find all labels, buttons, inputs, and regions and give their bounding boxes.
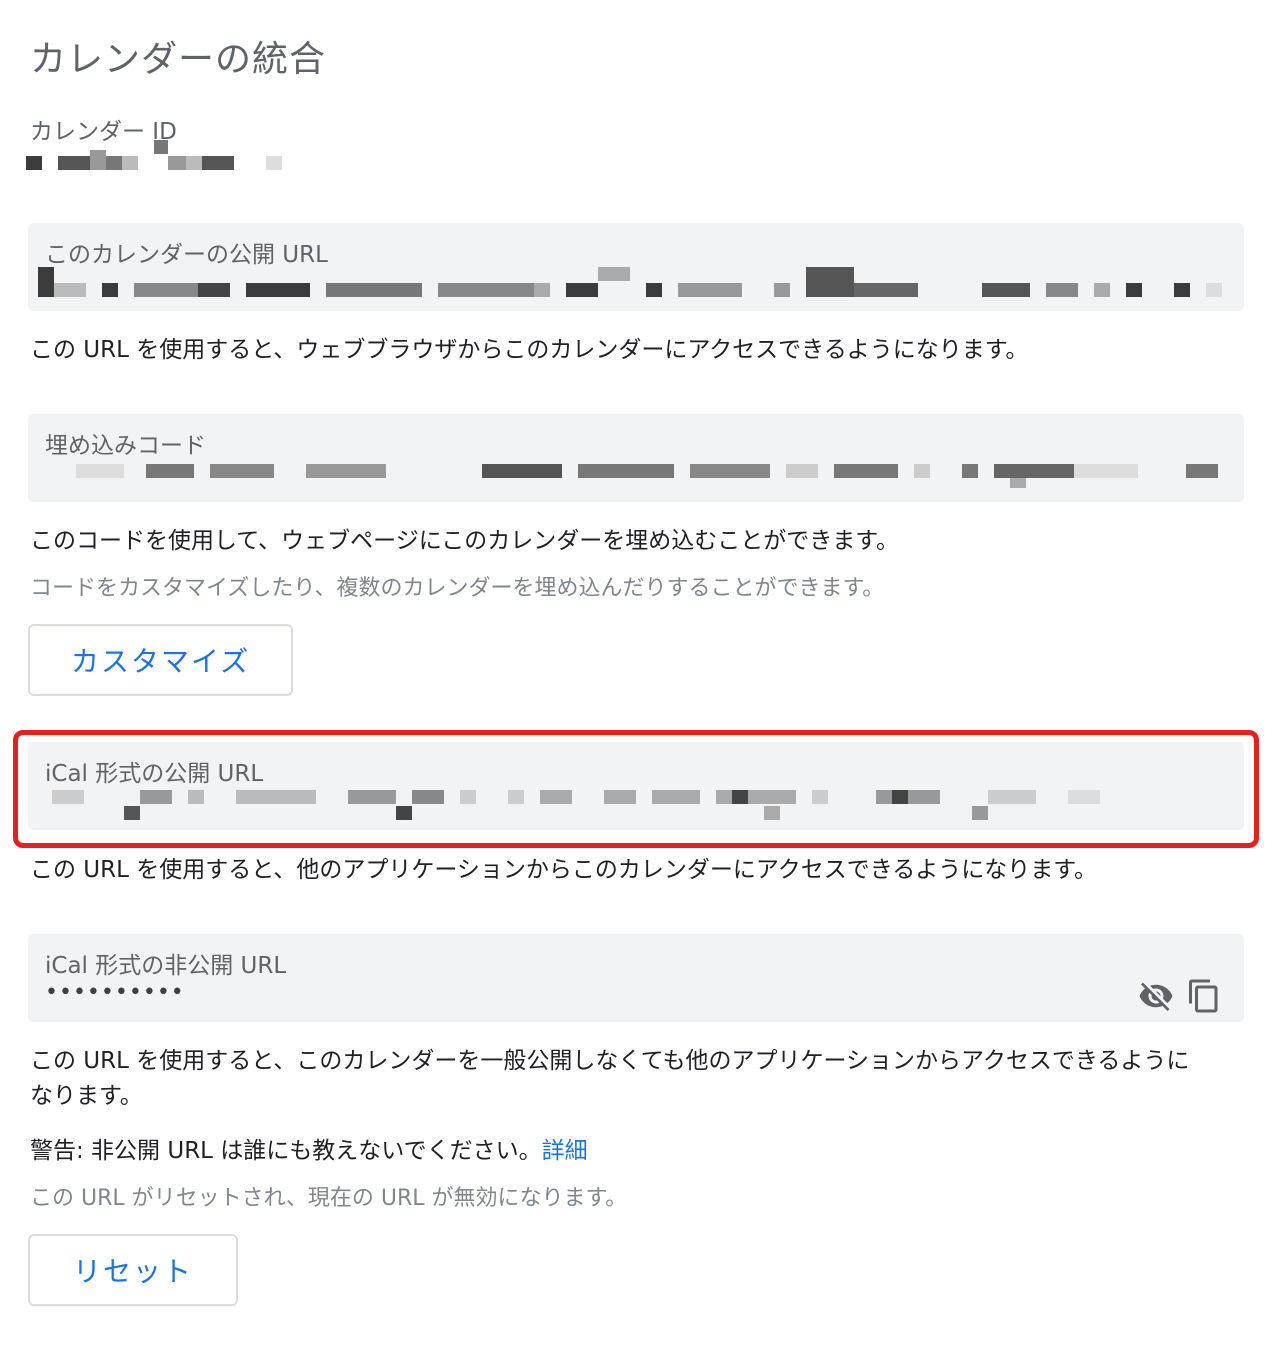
warning-line: 警告: 非公開 URL は誰にも教えないでください。詳細 [30, 1133, 588, 1169]
copy-icon[interactable] [1186, 978, 1222, 1014]
learn-more-link[interactable]: 詳細 [542, 1138, 588, 1164]
embed-code-sub-description: コードをカスタマイズしたり、複数のカレンダーを埋め込んだりすることができます。 [30, 576, 885, 601]
calendar-id-value-redacted [26, 140, 326, 180]
embed-code-description: このコードを使用して、ウェブページにこのカレンダーを埋め込むことができます。 [30, 528, 899, 554]
public-url-field[interactable]: このカレンダーの公開 URL [28, 223, 1244, 311]
ical-private-url-field[interactable]: iCal 形式の非公開 URL •••••••••• [28, 934, 1244, 1022]
ical-private-url-description-line1: この URL を使用すると、このカレンダーを一般公開しなくても他のアプリケーショ… [30, 1048, 1190, 1074]
ical-public-url-description: この URL を使用すると、他のアプリケーションからこのカレンダーにアクセスでき… [30, 857, 1097, 883]
embed-code-label: 埋め込みコード [45, 433, 206, 459]
public-url-label: このカレンダーの公開 URL [45, 242, 328, 268]
ical-private-url-description-line2: なります。 [30, 1083, 143, 1109]
customize-button[interactable]: カスタマイズ [28, 624, 293, 696]
page-title: カレンダーの統合 [30, 39, 327, 80]
reset-note: この URL がリセットされ、現在の URL が無効になります。 [30, 1186, 628, 1211]
embed-code-field[interactable]: 埋め込みコード [28, 414, 1244, 502]
embed-code-value-redacted [36, 458, 1228, 494]
visibility-off-icon[interactable] [1138, 978, 1174, 1014]
ical-private-url-value: •••••••••• [45, 980, 185, 1005]
ical-private-url-label: iCal 形式の非公開 URL [45, 953, 287, 979]
public-url-description: この URL を使用すると、ウェブブラウザからこのカレンダーにアクセスできるよう… [30, 337, 1029, 363]
public-url-value-redacted [36, 267, 1228, 303]
warning-text: 警告: 非公開 URL は誰にも教えないでください。 [30, 1138, 542, 1164]
reset-button[interactable]: リセット [28, 1234, 238, 1306]
highlight-box [13, 730, 1259, 848]
